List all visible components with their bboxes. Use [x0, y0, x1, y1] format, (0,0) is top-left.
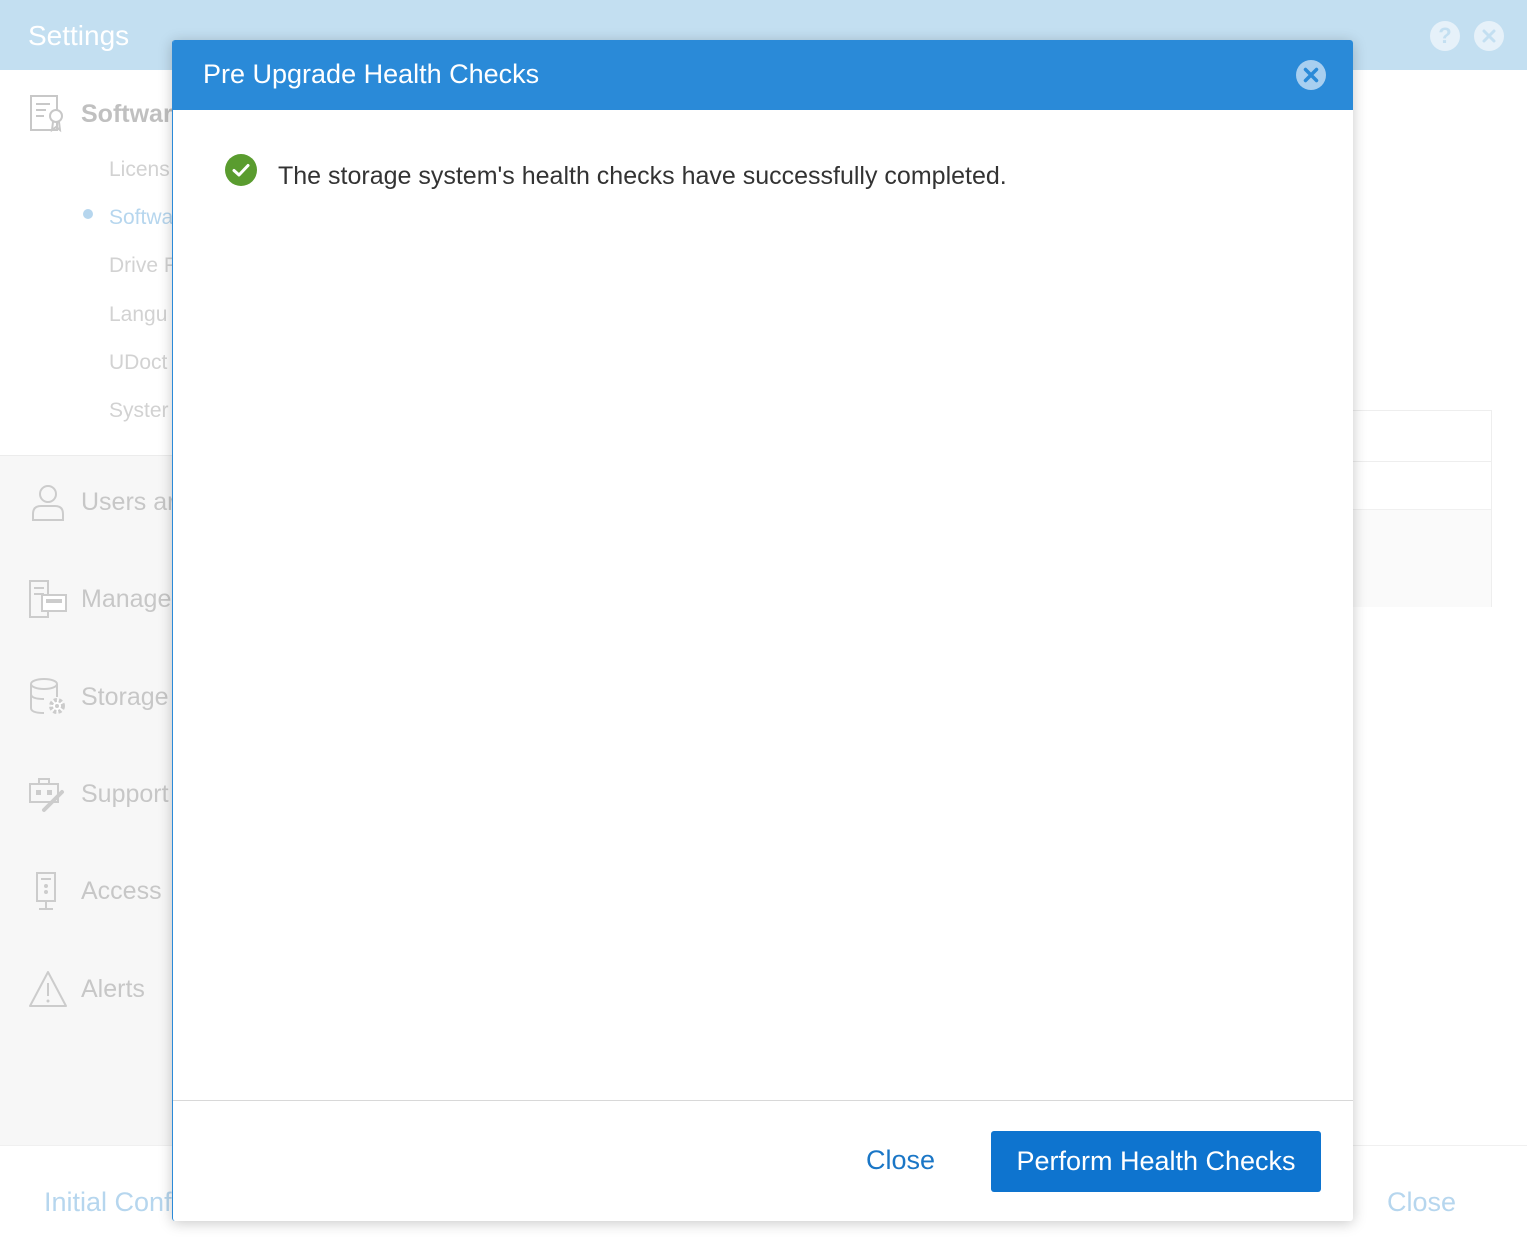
subnav-item-language[interactable]: Langu: [109, 303, 167, 327]
table-row: [1352, 509, 1491, 607]
health-checks-dialog: Pre Upgrade Health Checks The storage sy…: [172, 40, 1353, 1221]
nav-item-label: Access: [81, 876, 162, 905]
dialog-close-icon[interactable]: [1295, 59, 1327, 91]
nav-item-label: Manage: [81, 584, 172, 613]
close-icon[interactable]: [1474, 21, 1504, 51]
close-button[interactable]: Close: [866, 1145, 935, 1176]
nav-item-storage[interactable]: Storage: [28, 677, 169, 717]
subnav-item-system[interactable]: Syster: [109, 399, 169, 423]
subnav-item-udoctor[interactable]: UDoct: [109, 351, 167, 375]
access-device-icon: [28, 871, 68, 911]
subnav-item-drive[interactable]: Drive F: [109, 254, 177, 278]
management-icon: [28, 579, 68, 619]
settings-title: Settings: [28, 20, 130, 51]
nav-item-label: Storage: [81, 682, 169, 711]
active-indicator-dot: [83, 209, 93, 219]
status-indicator: [225, 154, 257, 186]
software-certificate-icon: [28, 94, 68, 134]
check-circle-icon: [225, 154, 257, 186]
help-icon[interactable]: ?: [1430, 21, 1460, 51]
table-row-divider: [1352, 461, 1491, 462]
status-message: The storage system's health checks have …: [278, 162, 1007, 190]
footer-divider: [173, 1100, 1353, 1101]
nav-item-users[interactable]: Users ar: [28, 482, 175, 522]
nav-item-management[interactable]: Manage: [28, 579, 171, 619]
subnav-item-software[interactable]: Softwa: [109, 206, 173, 230]
support-tools-icon: [28, 774, 68, 814]
settings-close-button[interactable]: Close: [1387, 1187, 1456, 1218]
initial-configuration-link[interactable]: Initial Conf: [44, 1187, 172, 1218]
nav-item-access[interactable]: Access: [28, 871, 162, 911]
nav-item-label: Support: [81, 779, 169, 808]
nav-item-software[interactable]: Softwar: [28, 94, 173, 134]
nav-item-support[interactable]: Support: [28, 774, 169, 814]
perform-health-checks-button[interactable]: Perform Health Checks: [991, 1131, 1321, 1192]
dialog-header: Pre Upgrade Health Checks: [173, 40, 1353, 110]
user-icon: [28, 482, 68, 522]
subnav-item-licenses[interactable]: Licens: [109, 158, 170, 182]
nav-item-label: Users ar: [81, 487, 176, 516]
nav-item-alerts[interactable]: Alerts: [28, 969, 145, 1009]
dialog-title: Pre Upgrade Health Checks: [203, 59, 540, 89]
background-table: [1352, 410, 1492, 607]
alert-warning-icon: [28, 969, 68, 1009]
nav-item-label: Alerts: [81, 974, 145, 1003]
nav-item-label: Softwar: [81, 99, 173, 128]
storage-gear-icon: [28, 677, 68, 717]
